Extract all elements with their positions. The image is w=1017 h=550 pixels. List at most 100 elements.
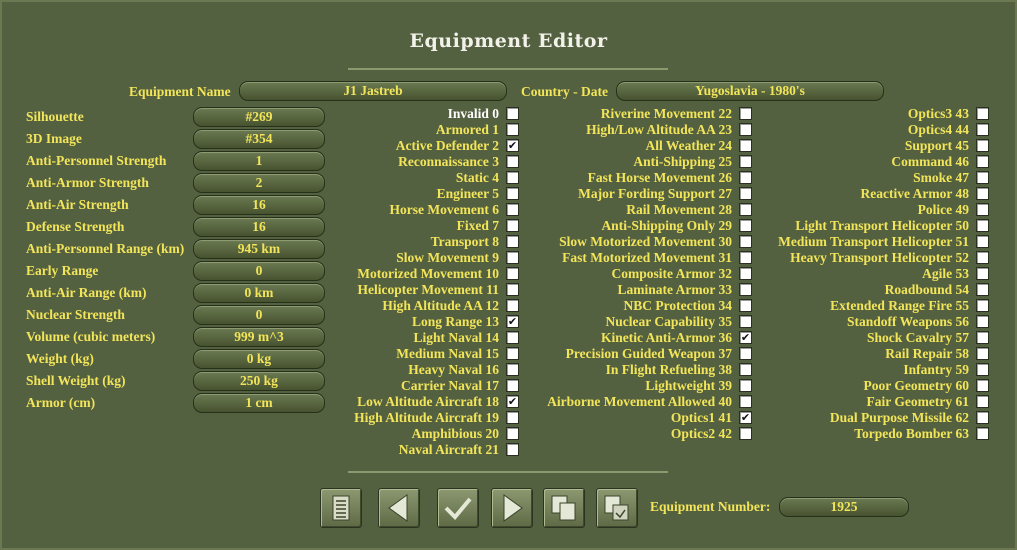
flag-checkbox[interactable] — [976, 299, 989, 312]
paste-icon — [604, 495, 629, 521]
flag-checkbox[interactable] — [739, 235, 752, 248]
list-button[interactable] — [320, 488, 362, 528]
flag-checkbox[interactable] — [506, 187, 519, 200]
flag-checkbox[interactable] — [976, 251, 989, 264]
flag-number: 59 — [955, 362, 970, 377]
flag-checkbox[interactable] — [506, 251, 519, 264]
flag-checkbox[interactable] — [976, 203, 989, 216]
previous-button[interactable] — [378, 488, 420, 528]
flag-checkbox[interactable] — [976, 379, 989, 392]
flag-checkbox[interactable] — [506, 347, 519, 360]
paste-button[interactable] — [596, 488, 638, 528]
flag-checkbox[interactable] — [739, 123, 752, 136]
flag-checkbox[interactable]: ✔ — [739, 411, 752, 424]
stat-field[interactable]: 250 kg — [193, 371, 325, 391]
arrow-right-icon — [503, 494, 523, 522]
flag-checkbox[interactable] — [506, 107, 519, 120]
flag-checkbox[interactable] — [976, 363, 989, 376]
stat-field[interactable]: 1 cm — [193, 393, 325, 413]
flag-checkbox[interactable] — [739, 251, 752, 264]
flag-checkbox[interactable] — [976, 123, 989, 136]
stat-field[interactable]: 0 kg — [193, 349, 325, 369]
flag-checkbox[interactable] — [506, 219, 519, 232]
stat-field[interactable]: 0 — [193, 261, 325, 281]
flag-checkbox[interactable] — [976, 267, 989, 280]
flag-checkbox[interactable] — [739, 427, 752, 440]
flag-label: Police 49 — [918, 202, 969, 218]
flag-checkbox[interactable] — [739, 139, 752, 152]
flag-checkbox[interactable] — [739, 219, 752, 232]
flag-checkbox[interactable] — [739, 379, 752, 392]
flag-label: Optics1 41 — [671, 410, 732, 426]
next-button[interactable] — [491, 488, 533, 528]
flag-checkbox[interactable] — [506, 171, 519, 184]
flag-checkbox[interactable] — [739, 363, 752, 376]
flag-checkbox[interactable] — [976, 219, 989, 232]
flag-checkbox[interactable] — [976, 187, 989, 200]
stat-field[interactable]: 16 — [193, 195, 325, 215]
stat-field[interactable]: 1 — [193, 151, 325, 171]
flag-checkbox[interactable] — [506, 443, 519, 456]
stat-field[interactable]: 0 — [193, 305, 325, 325]
flag-label: Riverine Movement 22 — [601, 106, 732, 122]
flag-checkbox[interactable] — [976, 411, 989, 424]
flag-label: Static 4 — [456, 170, 499, 186]
flag-checkbox[interactable] — [739, 107, 752, 120]
flag-text: Optics2 — [670, 426, 716, 441]
flag-text: Armored — [435, 122, 489, 137]
flag-checkbox[interactable] — [739, 315, 752, 328]
flag-checkbox[interactable] — [976, 235, 989, 248]
flag-checkbox[interactable] — [739, 299, 752, 312]
copy-button[interactable] — [543, 488, 585, 528]
flag-checkbox[interactable] — [739, 203, 752, 216]
stat-field[interactable]: 16 — [193, 217, 325, 237]
stat-field[interactable]: #269 — [193, 107, 325, 127]
stat-label: Shell Weight (kg) — [26, 373, 126, 388]
flag-checkbox[interactable] — [506, 379, 519, 392]
flag-checkbox[interactable] — [976, 395, 989, 408]
flag-checkbox[interactable] — [976, 347, 989, 360]
flag-checkbox[interactable] — [506, 123, 519, 136]
flag-checkbox[interactable]: ✔ — [506, 395, 519, 408]
flag-checkbox[interactable]: ✔ — [506, 315, 519, 328]
flag-checkbox[interactable] — [739, 155, 752, 168]
flag-checkbox[interactable] — [506, 267, 519, 280]
flag-checkbox[interactable] — [506, 411, 519, 424]
country-date-field[interactable]: Yugoslavia - 1980's — [616, 81, 884, 101]
stat-field[interactable]: 945 km — [193, 239, 325, 259]
flag-checkbox[interactable] — [739, 267, 752, 280]
flag-checkbox[interactable] — [739, 187, 752, 200]
accept-button[interactable] — [437, 488, 479, 528]
stat-field[interactable]: #354 — [193, 129, 325, 149]
flag-checkbox[interactable] — [976, 107, 989, 120]
flag-checkbox[interactable] — [739, 283, 752, 296]
flag-number: 22 — [718, 106, 733, 121]
flag-label: Agile 53 — [922, 266, 969, 282]
flag-checkbox[interactable] — [976, 315, 989, 328]
flag-checkbox[interactable] — [506, 427, 519, 440]
flag-checkbox[interactable]: ✔ — [506, 139, 519, 152]
flag-checkbox[interactable] — [506, 155, 519, 168]
flag-checkbox[interactable] — [976, 171, 989, 184]
flag-checkbox[interactable] — [976, 331, 989, 344]
stat-field[interactable]: 0 km — [193, 283, 325, 303]
flag-checkbox[interactable] — [739, 395, 752, 408]
flag-checkbox[interactable] — [976, 155, 989, 168]
flag-checkbox[interactable] — [506, 331, 519, 344]
equipment-number-field[interactable]: 1925 — [779, 497, 909, 517]
flag-checkbox[interactable] — [976, 283, 989, 296]
flag-checkbox[interactable] — [506, 283, 519, 296]
flag-number: 56 — [955, 314, 970, 329]
flag-checkbox[interactable] — [976, 139, 989, 152]
flag-checkbox[interactable]: ✔ — [739, 331, 752, 344]
flag-checkbox[interactable] — [506, 203, 519, 216]
stat-field[interactable]: 2 — [193, 173, 325, 193]
flag-checkbox[interactable] — [506, 235, 519, 248]
stat-field[interactable]: 999 m^3 — [193, 327, 325, 347]
flag-checkbox[interactable] — [506, 363, 519, 376]
equipment-name-field[interactable]: J1 Jastreb — [239, 81, 507, 101]
flag-checkbox[interactable] — [739, 171, 752, 184]
flag-checkbox[interactable] — [506, 299, 519, 312]
flag-checkbox[interactable] — [976, 427, 989, 440]
flag-checkbox[interactable] — [739, 347, 752, 360]
